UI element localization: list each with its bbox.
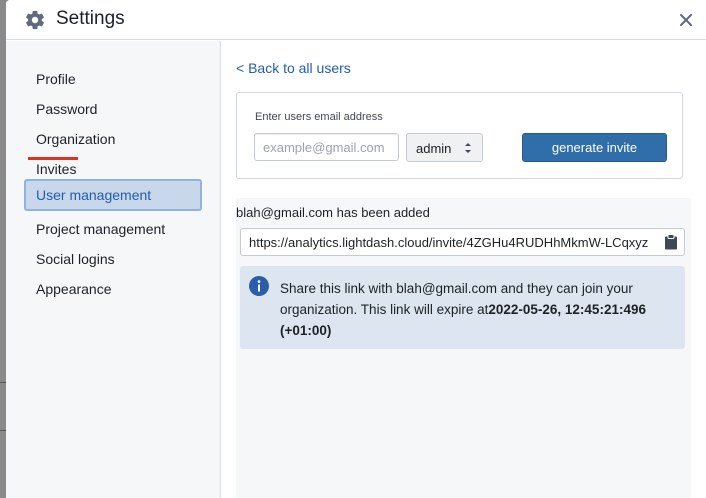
gear-icon [26,10,44,30]
settings-sidebar: Profile Password Organization Invites Us… [6,41,221,498]
sidebar-item-appearance[interactable]: Appearance [24,273,202,304]
invite-link-field[interactable]: https://analytics.lightdash.cloud/invite… [240,228,685,256]
generate-invite-button[interactable]: generate invite [522,133,667,162]
sidebar-item-project-management[interactable]: Project management [24,213,202,244]
clipboard-icon[interactable] [664,234,678,250]
sidebar-item-user-management[interactable]: User management [24,179,202,211]
sidebar-item-password[interactable]: Password [24,93,202,124]
added-confirmation: blah@gmail.com has been added [236,205,430,220]
caret-up-down-icon [465,143,471,153]
email-label: Enter users email address [255,111,383,123]
settings-dialog: Settings Profile Password Organization I… [6,0,706,498]
dialog-title: Settings [56,8,125,29]
sidebar-item-social-logins[interactable]: Social logins [24,243,202,274]
role-select[interactable]: admin [406,133,483,162]
dialog-header: Settings [6,0,706,40]
annotation-underline [28,157,78,160]
invite-result-section: blah@gmail.com has been added https://an… [236,198,691,498]
invite-form-card: Enter users email address admin generate… [236,92,683,179]
sidebar-item-organization[interactable]: Organization [24,123,202,154]
email-input[interactable] [254,133,399,161]
callout-text: Share this link with blah@gmail.com and … [280,278,672,341]
main-panel: < Back to all users Enter users email ad… [222,41,706,498]
info-icon [249,276,269,296]
sidebar-item-profile[interactable]: Profile [24,63,202,94]
role-select-value: admin [416,141,452,156]
info-callout: Share this link with blah@gmail.com and … [240,266,685,349]
close-icon[interactable] [676,10,696,30]
back-to-users-link[interactable]: < Back to all users [236,60,351,76]
